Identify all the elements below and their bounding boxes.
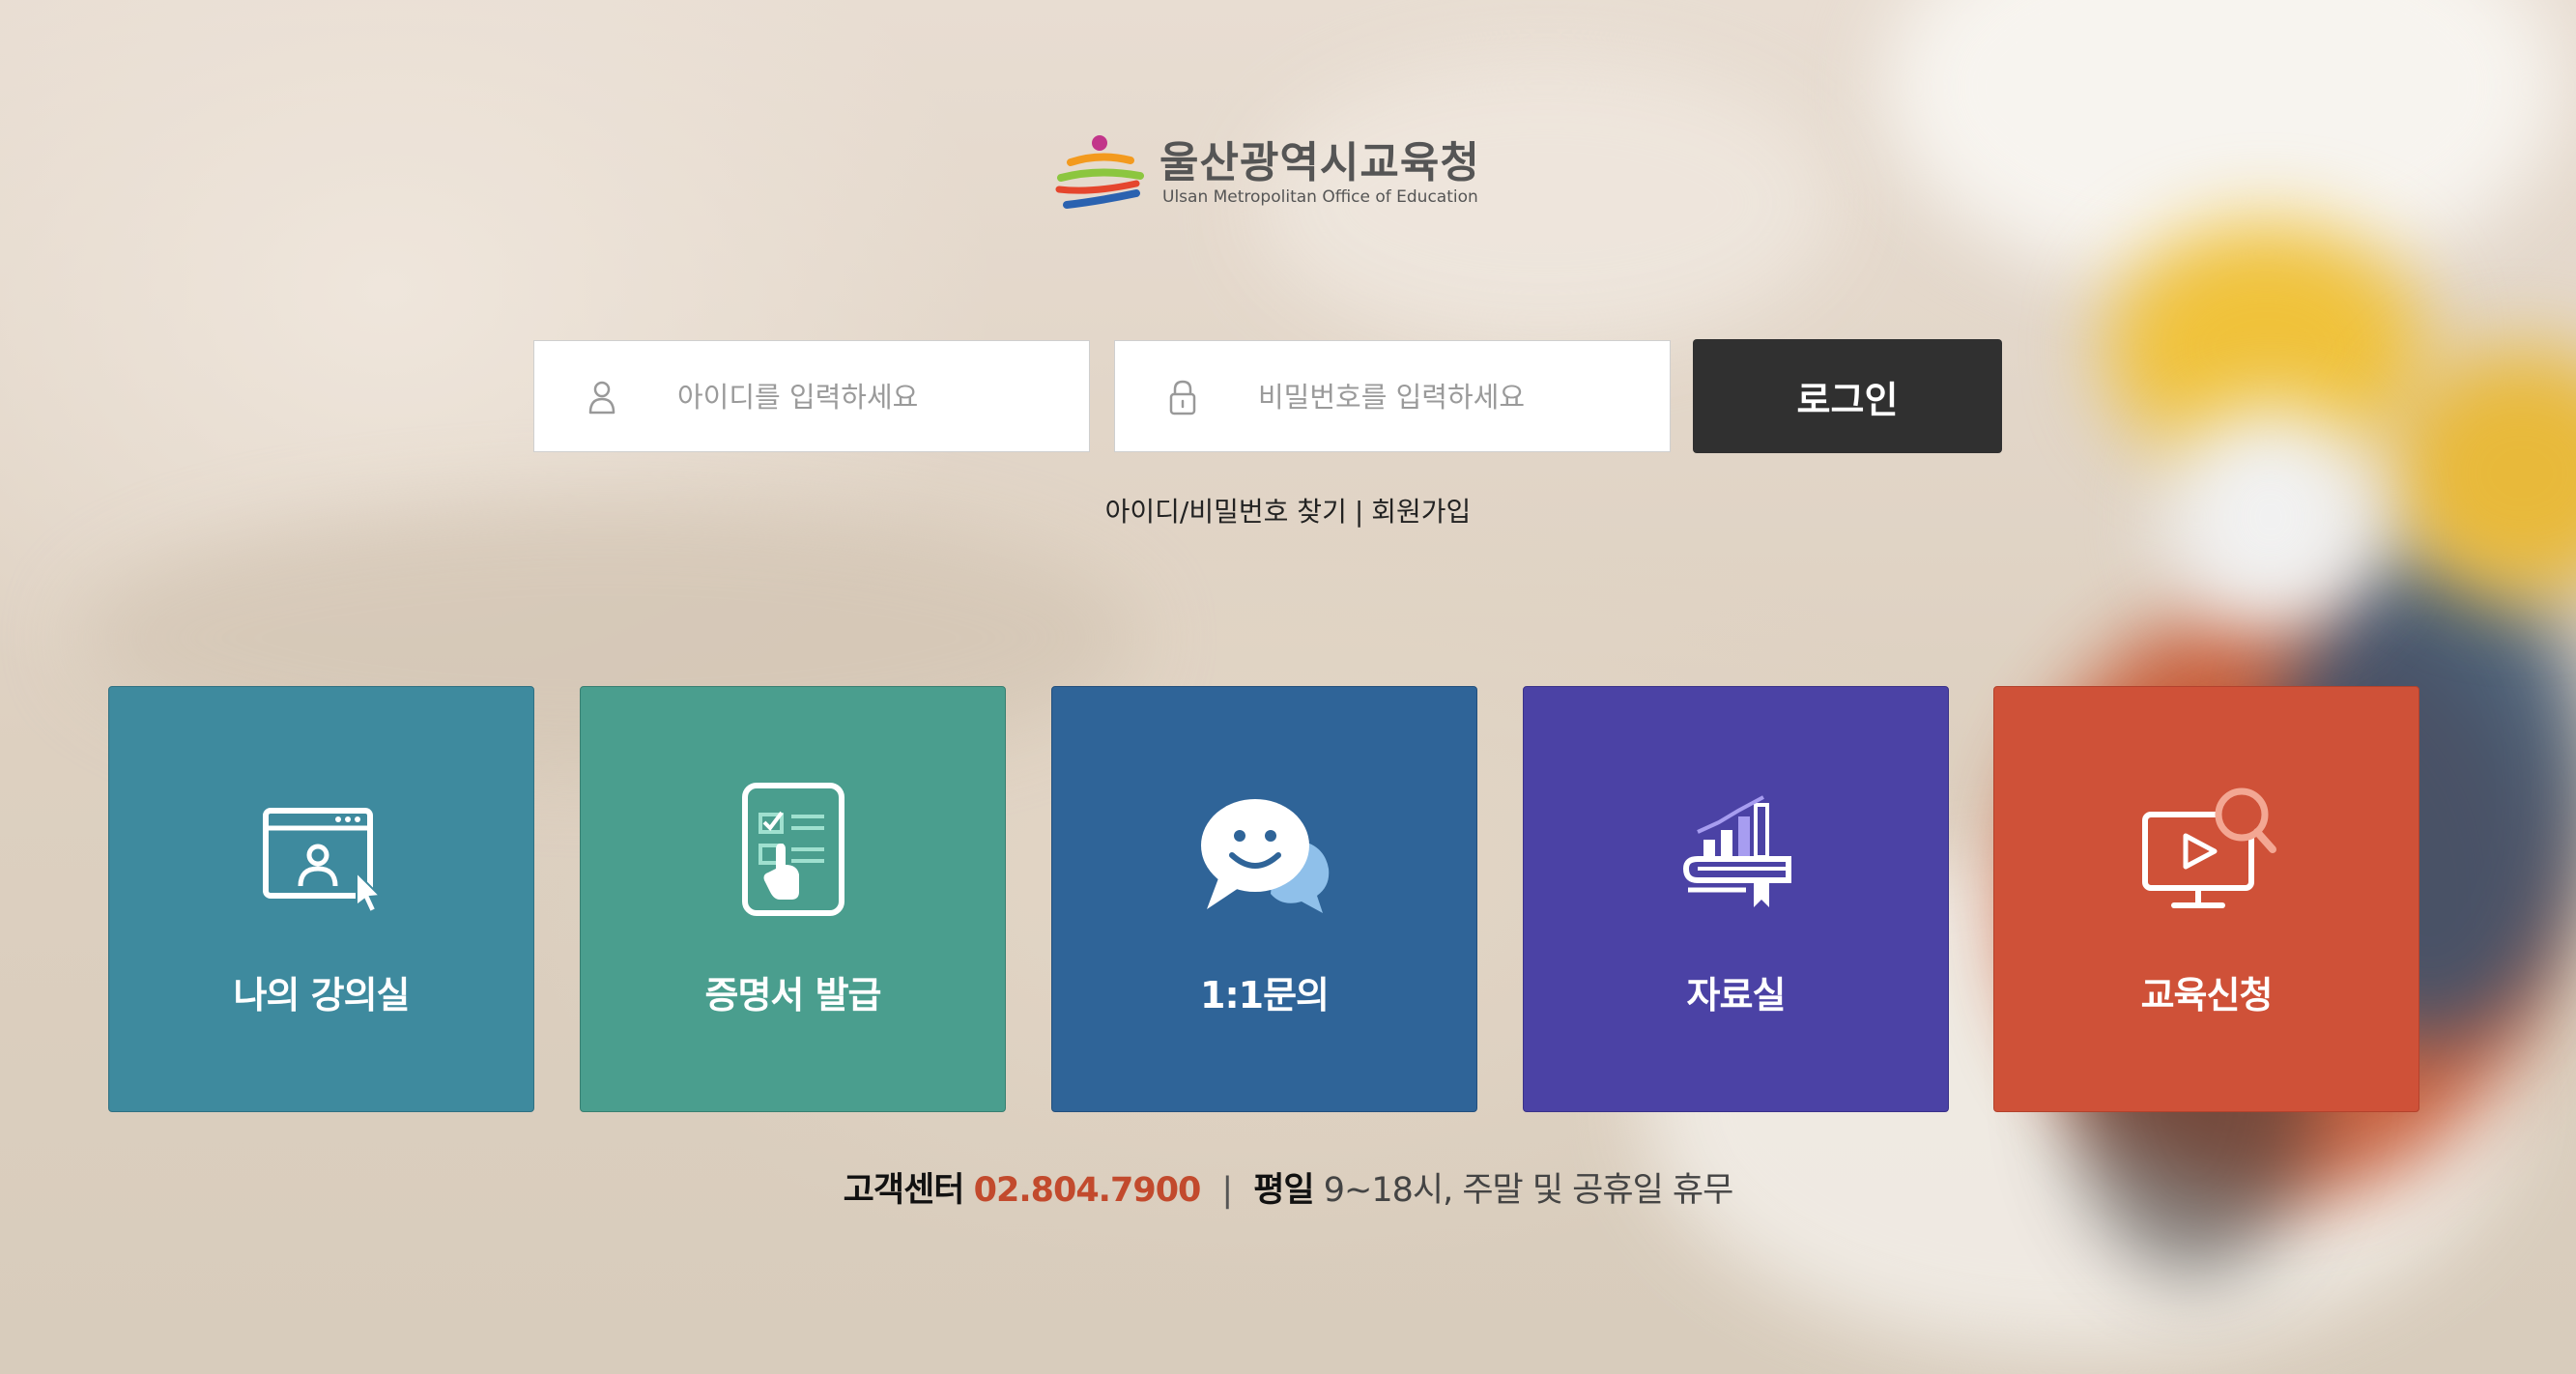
menu-tile-my-classroom[interactable]: 나의 강의실 [108,686,534,1112]
tile-label: 교육신청 [2140,974,2274,1016]
org-logo[interactable]: 울산광역시교육청 Ulsan Metropolitan Office of Ed… [1053,128,1480,215]
library-icon [1682,795,1791,907]
tile-label: 자료실 [1686,974,1787,1016]
tile-label: 증명서 발급 [704,974,881,1016]
customer-center-label: 고객센터 [843,1171,965,1210]
signup-link[interactable]: 회원가입 [1371,496,1471,528]
tile-label: 나의 강의실 [233,974,410,1016]
classroom-icon [262,808,382,914]
certificate-icon [741,783,844,916]
id-field[interactable] [533,340,1090,453]
menu-tile-course-application[interactable]: 교육신청 [1993,686,2419,1112]
find-id-password-link[interactable]: 아이디/비밀번호 찾기 [1105,496,1347,528]
hours-text: 9~18시, 주말 및 공휴일 휴무 [1323,1171,1734,1210]
footer-separator: | [1221,1171,1233,1210]
menu-tile-inquiry[interactable]: 1:1문의 [1051,686,1477,1112]
password-field[interactable] [1114,340,1671,453]
hours-label: 평일 [1253,1171,1314,1210]
link-separator: | [1354,496,1364,528]
video-search-icon [2141,787,2276,908]
chat-icon [1200,799,1329,913]
id-input[interactable] [675,341,1066,453]
account-links: 아이디/비밀번호 찾기 | 회원가입 [0,491,2576,530]
customer-center-phone: 02.804.7900 [973,1171,1202,1210]
org-name-en: Ulsan Metropolitan Office of Education [1162,187,1478,207]
user-icon [588,381,615,415]
org-name-ko: 울산광역시교육청 [1159,138,1480,187]
lock-icon [1169,380,1196,415]
tile-label: 1:1문의 [1200,974,1330,1016]
logo-emblem-icon [1055,135,1144,209]
customer-center-info: 고객센터 02.804.7900 | 평일 9~18시, 주말 및 공휴일 휴무 [0,1162,2576,1212]
menu-tile-certificate[interactable]: 증명서 발급 [580,686,1006,1112]
password-input[interactable] [1256,341,1646,453]
login-button[interactable]: 로그인 [1693,339,2002,453]
menu-tile-library[interactable]: 자료실 [1523,686,1949,1112]
